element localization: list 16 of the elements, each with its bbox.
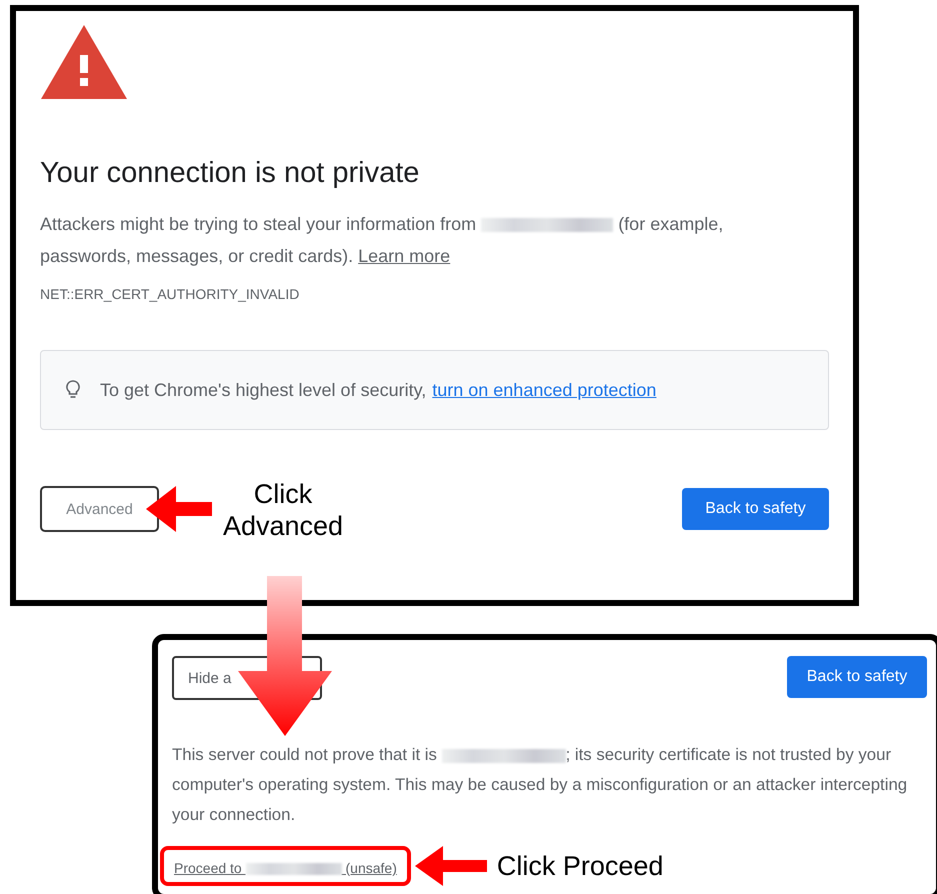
annotation-text: Click Proceed	[496, 850, 664, 882]
certificate-message: This server could not prove that it is ; its security certificate is not trusted by your computer's operating system. This may be caused by a misconfiguration or an attacker intercepting your connection.	[172, 744, 908, 826]
learn-more-link[interactable]: Learn more	[358, 246, 450, 266]
lightbulb-icon	[66, 380, 80, 400]
warning-triangle-icon	[41, 25, 127, 99]
error-code: NET::ERR_CERT_AUTHORITY_INVALID	[40, 286, 300, 302]
info-text: To get Chrome's highest level of security,	[100, 380, 426, 400]
page-heading: Your connection is not private	[40, 157, 420, 190]
back-to-safety-button[interactable]: Back to safety	[787, 656, 927, 698]
back-to-safety-button[interactable]: Back to safety	[682, 488, 829, 530]
warning-message: Attackers might be trying to steal your information from (for example, passwords, messages, or credit cards). Learn more	[40, 213, 724, 268]
enhanced-protection-link[interactable]: turn on enhanced protection	[432, 380, 656, 400]
left-arrow	[146, 486, 212, 532]
proceed-link[interactable]: Proceed to (unsafe)	[160, 846, 411, 886]
annotation-text: Click Advanced	[222, 478, 344, 542]
advanced-button[interactable]: Advanced	[40, 486, 159, 532]
